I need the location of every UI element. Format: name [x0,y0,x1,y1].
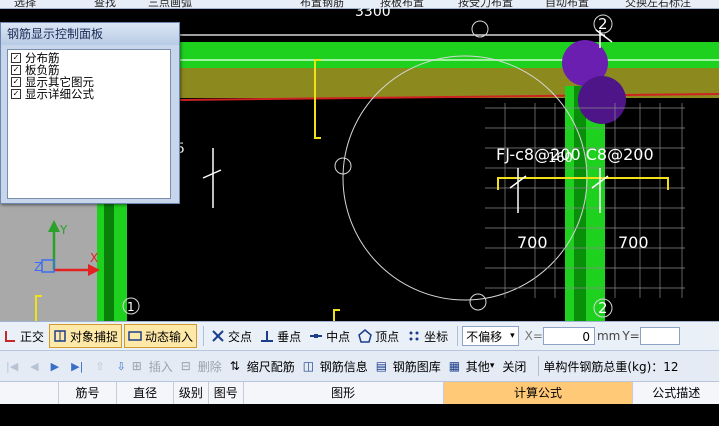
object-snap-label: 对象捕捉 [70,329,119,344]
y-label: Y= [622,329,640,343]
column-header-diameter[interactable]: 直径(mm) [117,382,175,422]
scale-rebar-button[interactable]: ⇅ 缩尺配筋 [230,358,295,375]
rebar-info-icon: ◫ [302,359,315,373]
perpendicular-icon [261,331,274,342]
coordinate-icon [409,331,419,341]
ucs-x-label: X [90,251,98,265]
insert-button[interactable]: ⊞ 插入 [132,358,173,375]
ortho-icon [5,331,15,342]
column-header-index [0,382,59,404]
rebar-toolbar: |◀ ◀ ▶ ▶| ⇧ ⇩ ⊞ 插入 ⊟ 删除 ⇅ 缩尺配筋 ◫ 钢筋信息 ▤ … [0,350,719,381]
drawing-canvas[interactable]: 3300 2 2 1 5 FJ-c8@200 C8@200 160 700 70… [0,8,719,321]
object-snap-toggle[interactable]: 对象捕捉 [49,324,123,348]
x-label: X= [524,329,543,343]
chevron-down-icon: ▾ [489,361,495,371]
other-menu-button[interactable]: ▦ 其他 ▾ [449,358,495,375]
y-coordinate-input[interactable] [639,327,680,345]
offset-mode-value: 不偏移 [466,329,503,344]
rebar-library-button[interactable]: ▤ 钢筋图库 [376,358,441,375]
delete-icon: ⊟ [180,359,191,373]
dynamic-input-toggle[interactable]: 动态输入 [124,324,198,348]
prev-record-icon[interactable]: ◀ [30,360,38,373]
snap-status-bar: 正交 对象捕捉 动态输入 交点 垂点 中点 顶点 坐标 不偏移 ▾ X= 0 m… [0,321,719,350]
other-icon: ▦ [448,359,461,373]
ucs-z-label: Z [34,260,42,274]
checkbox-negative-rebar[interactable]: ✓ [11,65,21,75]
axis-label-bottom: 2 [598,299,608,317]
column-header-shape-no[interactable]: 图号 [209,382,244,404]
axis-bubble-bottom [469,293,487,311]
length-label-700-right: 700 [618,233,649,252]
close-button[interactable]: 关闭 [502,358,526,375]
dynamic-input-icon [128,331,142,341]
column-node-2 [578,76,626,124]
dynamic-input-label: 动态输入 [145,329,194,344]
axis-label-left: 1 [127,300,135,314]
scale-rebar-label: 缩尺配筋 [246,359,295,374]
midpoint-icon [310,334,323,338]
rebar-spec-label: FJ-c8@200 C8@200 [496,145,654,164]
next-record-icon[interactable]: ▶ [51,360,59,373]
vertex-label: 顶点 [375,329,400,344]
length-label-160: 160 [548,151,573,166]
column-header-bar-no[interactable]: 筋号 [59,382,118,404]
move-up-icon[interactable]: ⇧ [95,360,104,373]
delete-label: 删除 [197,359,222,374]
rebar-library-label: 钢筋图库 [392,359,441,374]
column-header-grade[interactable]: 级别 [174,382,209,404]
delete-button[interactable]: ⊟ 删除 [181,358,222,375]
column-header-shape[interactable]: 图形 [244,382,444,404]
insert-label: 插入 [148,359,173,374]
first-record-icon[interactable]: |◀ [6,360,18,373]
dimension-text-top: 3300 [355,8,391,20]
intersection-label: 交点 [228,329,253,344]
panel-option-list: ✓ 分布筋 ✓ 板负筋 ✓ 显示其它图元 ✓ 显示详细公式 [7,49,171,199]
separator [457,326,459,346]
ortho-toggle[interactable]: 正交 [0,325,47,347]
separator [203,326,205,346]
axis-label-top: 2 [598,15,608,33]
x-coordinate-input[interactable]: 0 [542,327,595,345]
chevron-down-icon: ▾ [510,331,515,341]
midpoint-label: 中点 [326,329,351,344]
ortho-label: 正交 [20,329,45,344]
move-down-icon[interactable]: ⇩ [117,360,126,373]
intersection-snap[interactable]: 交点 [208,325,255,347]
vertex-snap[interactable]: 顶点 [355,325,402,347]
vertex-icon [358,329,372,343]
rebar-display-panel[interactable]: 钢筋显示控制面板 ✓ 分布筋 ✓ 板负筋 ✓ 显示其它图元 ✓ 显示详细公式 [0,22,180,204]
ucs-y-label: Y [59,223,68,237]
column-header-formula-desc[interactable]: 公式描述 [633,382,719,404]
rebar-info-label: 钢筋信息 [319,359,368,374]
snap-icon [54,330,66,342]
perpendicular-label: 垂点 [277,329,302,344]
unit-label: mm [596,329,621,343]
option-detailed-formula[interactable]: ✓ 显示详细公式 [8,88,170,100]
beam-left-core [104,198,114,321]
other-label: 其他 [465,359,490,374]
perpendicular-snap[interactable]: 垂点 [257,325,304,347]
total-weight-label: 单构件钢筋总重(kg)：12 [543,359,679,374]
beam-top [120,42,719,68]
checkbox-distribution-rebar[interactable]: ✓ [11,53,21,63]
length-label-700-left: 700 [517,233,548,252]
rebar-library-icon: ▤ [375,359,388,373]
checkbox-detailed-formula[interactable]: ✓ [11,89,21,99]
rebar-info-button[interactable]: ◫ 钢筋信息 [303,358,368,375]
midpoint-snap[interactable]: 中点 [306,325,353,347]
close-label: 关闭 [502,359,527,374]
insert-icon: ⊞ [131,359,142,373]
separator [538,356,540,376]
checkbox-other-elements[interactable]: ✓ [11,77,21,87]
coordinate-label: 坐标 [424,329,449,344]
last-record-icon[interactable]: ▶| [71,360,83,373]
option-label: 显示详细公式 [25,87,94,101]
coordinate-snap[interactable]: 坐标 [404,325,451,347]
column-header-formula[interactable]: 计算公式 [443,382,634,404]
panel-title: 钢筋显示控制面板 [1,23,179,45]
intersection-icon [212,330,224,342]
rebar-grid-header: 筋号 直径(mm) 级别 图号 图形 计算公式 公式描述 [0,381,719,422]
offset-mode-select[interactable]: 不偏移 ▾ [462,326,519,346]
scale-rebar-icon: ⇅ [229,359,240,373]
